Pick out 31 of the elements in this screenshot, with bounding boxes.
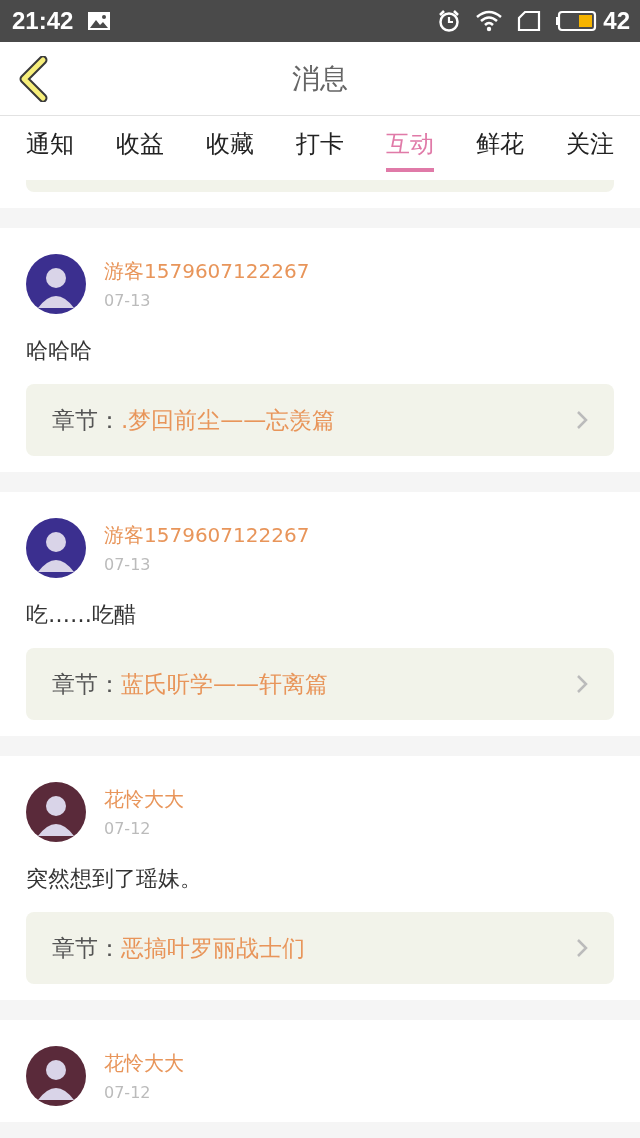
image-icon <box>87 11 112 31</box>
tab[interactable]: 收藏 <box>206 116 254 172</box>
comment-text: 突然想到了瑶妹。 <box>26 865 203 893</box>
post-date: 07-13 <box>104 291 152 310</box>
status-time: 21:42 <box>12 7 74 35</box>
tab[interactable]: 通知 <box>26 116 74 172</box>
avatar-icon <box>26 1046 86 1106</box>
sim-card-icon <box>517 10 542 32</box>
battery-icon <box>555 10 598 32</box>
chevron-right-icon <box>576 410 588 430</box>
comment-text: 哈哈哈 <box>26 337 93 365</box>
comment-text: 吃……吃醋 <box>26 601 137 629</box>
page-title: 消息 <box>292 60 348 97</box>
avatar-icon <box>26 254 86 314</box>
chevron-right-icon <box>576 938 588 958</box>
chapter-link[interactable]: 章节：恶搞叶罗丽战士们 <box>26 912 614 984</box>
chevron-right-icon <box>576 674 588 694</box>
tab[interactable]: 收益 <box>116 116 164 172</box>
post-date: 07-13 <box>104 555 152 574</box>
alarm-icon <box>437 9 462 33</box>
wifi-icon <box>475 10 504 32</box>
chapter-link[interactable]: 章节：蓝氏听学——轩离篇 <box>26 648 614 720</box>
chapter-link[interactable]: 章节：.梦回前尘——忘羡篇 <box>26 384 614 456</box>
avatar-icon <box>26 782 86 842</box>
tab[interactable]: 打卡 <box>296 116 344 172</box>
post-date: 07-12 <box>104 819 152 838</box>
tab[interactable]: 鲜花 <box>476 116 524 172</box>
post-date: 07-12 <box>104 1083 152 1102</box>
battery-level: 42 <box>603 7 630 35</box>
avatar-icon <box>26 518 86 578</box>
tab[interactable]: 关注 <box>566 116 614 172</box>
